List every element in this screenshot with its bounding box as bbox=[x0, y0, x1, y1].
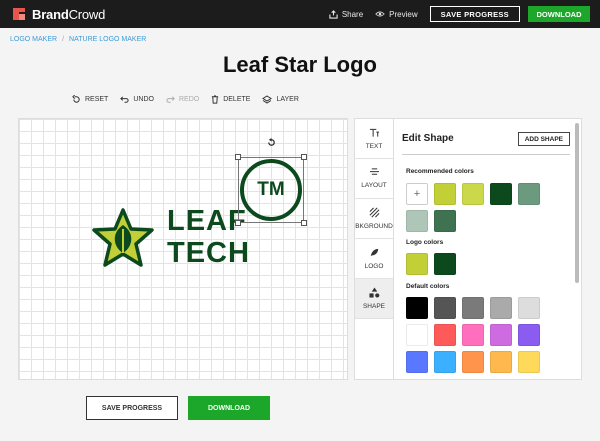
download-button[interactable]: DOWNLOAD bbox=[188, 396, 270, 420]
layer-button[interactable]: LAYER bbox=[262, 95, 299, 104]
color-swatch[interactable] bbox=[490, 351, 512, 373]
trash-icon bbox=[212, 95, 219, 104]
undo-button[interactable]: UNDO bbox=[120, 95, 154, 104]
color-swatch[interactable] bbox=[518, 351, 540, 373]
download-button-top[interactable]: DOWNLOAD bbox=[528, 6, 590, 22]
breadcrumb-separator: / bbox=[62, 36, 65, 43]
reset-button[interactable]: RESET bbox=[72, 95, 108, 104]
text-icon bbox=[369, 128, 379, 137]
layout-icon bbox=[369, 168, 379, 175]
color-swatch[interactable] bbox=[434, 297, 456, 319]
color-swatch[interactable] bbox=[490, 324, 512, 346]
layers-icon bbox=[262, 95, 273, 104]
color-swatch[interactable] bbox=[406, 324, 428, 346]
rotate-icon[interactable] bbox=[267, 138, 276, 147]
top-actions: Share Preview SAVE PROGRESS DOWNLOAD bbox=[329, 0, 600, 28]
color-swatch[interactable] bbox=[406, 210, 428, 232]
panel-scrollbar[interactable] bbox=[575, 123, 579, 283]
shapes-icon bbox=[368, 287, 379, 298]
color-swatch[interactable] bbox=[434, 253, 456, 275]
resize-handle-top-left[interactable] bbox=[235, 154, 241, 160]
add-shape-button[interactable]: ADD SHAPE bbox=[517, 132, 570, 146]
edit-toolbar: RESET UNDO REDO DELETE LAYER bbox=[72, 95, 311, 104]
share-link[interactable]: Share bbox=[329, 10, 363, 19]
color-swatch[interactable] bbox=[462, 351, 484, 373]
panel-header: Edit Shape ADD SHAPE bbox=[402, 129, 570, 155]
resize-handle-bottom-left[interactable] bbox=[235, 220, 241, 226]
undo-icon bbox=[120, 96, 129, 103]
tm-text: TM bbox=[257, 179, 285, 200]
color-swatch[interactable] bbox=[406, 297, 428, 319]
recommended-colors-row-2 bbox=[406, 210, 462, 232]
color-swatch[interactable] bbox=[434, 351, 456, 373]
color-swatch[interactable] bbox=[462, 183, 484, 205]
color-swatch[interactable] bbox=[518, 324, 540, 346]
color-swatch[interactable] bbox=[518, 183, 540, 205]
tm-shape-selection[interactable]: TM bbox=[235, 138, 307, 226]
leaf-star-icon[interactable] bbox=[91, 207, 155, 269]
preview-link[interactable]: Preview bbox=[375, 9, 418, 19]
tab-logo[interactable]: LOGO bbox=[355, 239, 393, 279]
recommended-colors-row-1: + bbox=[406, 183, 546, 205]
breadcrumb-nature-logo-maker[interactable]: NATURE LOGO MAKER bbox=[69, 36, 146, 43]
page-title: Leaf Star Logo bbox=[222, 52, 377, 77]
save-progress-button[interactable]: SAVE PROGRESS bbox=[86, 396, 178, 420]
breadcrumb-logo-maker[interactable]: LOGO MAKER bbox=[10, 36, 57, 43]
edit-shape-panel: Edit Shape ADD SHAPE Recommended colors … bbox=[394, 118, 582, 380]
tm-circle-shape[interactable]: TM bbox=[240, 159, 302, 221]
color-swatch[interactable] bbox=[518, 297, 540, 319]
resize-handle-top-right[interactable] bbox=[301, 154, 307, 160]
brand-name: BrandCrowd bbox=[32, 6, 106, 22]
save-progress-button-top[interactable]: SAVE PROGRESS bbox=[429, 6, 520, 22]
share-icon bbox=[329, 9, 338, 19]
redo-icon bbox=[166, 96, 175, 103]
color-swatch[interactable] bbox=[434, 183, 456, 205]
default-colors-row-3 bbox=[406, 351, 546, 373]
color-swatch[interactable] bbox=[490, 297, 512, 319]
color-swatch[interactable] bbox=[434, 324, 456, 346]
preview-label: Preview bbox=[389, 9, 418, 19]
panel-title: Edit Shape bbox=[402, 133, 454, 144]
background-pattern-icon bbox=[369, 207, 379, 218]
default-colors-row-1 bbox=[406, 297, 546, 319]
editor-side-tabs: TEXT LAYOUT BKGROUND LOGO SHAPE bbox=[354, 118, 394, 380]
color-swatch[interactable] bbox=[462, 324, 484, 346]
brandcrowd-logo[interactable]: BrandCrowd bbox=[10, 5, 105, 23]
recommended-colors-label: Recommended colors bbox=[406, 168, 474, 175]
redo-button[interactable]: REDO bbox=[166, 95, 199, 104]
wordmark-line-2: TECH bbox=[167, 237, 250, 269]
resize-handle-bottom-right[interactable] bbox=[301, 220, 307, 226]
color-swatch[interactable] bbox=[490, 183, 512, 205]
eye-icon bbox=[375, 11, 385, 17]
color-swatch[interactable] bbox=[406, 253, 428, 275]
breadcrumb: LOGO MAKER / NATURE LOGO MAKER bbox=[10, 36, 146, 43]
tab-background[interactable]: BKGROUND bbox=[355, 199, 393, 239]
logo-colors-label: Logo colors bbox=[406, 239, 444, 246]
top-bar: BrandCrowd Share Preview SAVE PROGRESS D… bbox=[0, 0, 600, 28]
color-swatch[interactable] bbox=[434, 210, 456, 232]
tab-layout[interactable]: LAYOUT bbox=[355, 159, 393, 199]
share-label: Share bbox=[341, 9, 364, 19]
reset-icon bbox=[72, 95, 80, 103]
tab-shape[interactable]: SHAPE bbox=[355, 279, 393, 319]
delete-button[interactable]: DELETE bbox=[211, 95, 250, 104]
default-colors-label: Default colors bbox=[406, 283, 450, 290]
logo-colors-row bbox=[406, 253, 462, 275]
color-swatch[interactable] bbox=[406, 351, 428, 373]
feather-icon bbox=[370, 248, 379, 256]
color-swatch[interactable] bbox=[462, 297, 484, 319]
default-colors-row-2 bbox=[406, 324, 546, 346]
brand-mark-icon bbox=[13, 8, 25, 20]
tab-text[interactable]: TEXT bbox=[355, 119, 393, 159]
design-canvas[interactable]: LEAF TECH TM bbox=[18, 118, 348, 380]
add-color-button[interactable]: + bbox=[406, 183, 428, 205]
